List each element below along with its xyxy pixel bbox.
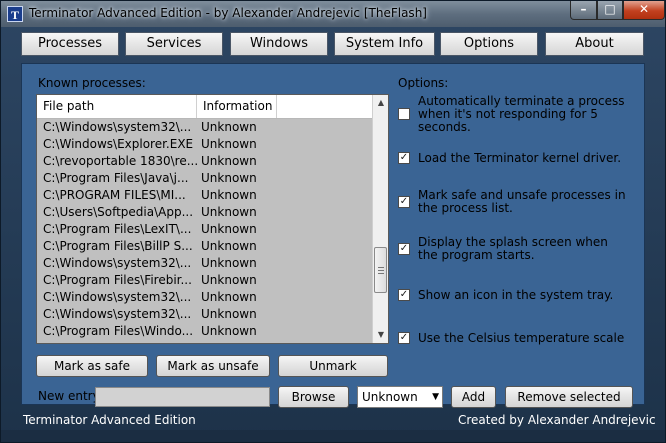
add-button[interactable]: Add: [451, 386, 496, 408]
file-path-cell: C:\Program Files\Firebir...: [43, 273, 192, 287]
file-path-cell: C:\Program Files\LexIT\...: [43, 222, 192, 236]
file-path-cell: C:\PROGRAM FILES\MI...: [43, 188, 186, 202]
minimize-button[interactable]: –: [570, 1, 597, 20]
splash-screen-checkbox[interactable]: ✓: [398, 243, 410, 255]
file-path-cell: C:\revoportable 1830\re...: [43, 154, 197, 168]
new-entry-label: New entry:: [38, 389, 103, 403]
file-path-cell: C:\Windows\system32\...: [43, 120, 192, 134]
table-row[interactable]: C:\Windows\system32\... Unknown: [37, 119, 372, 136]
app-icon: T: [7, 6, 23, 22]
footer: Terminator Advanced Edition Created by A…: [1, 410, 665, 430]
maximize-button[interactable]: □: [597, 1, 623, 20]
table-row[interactable]: C:\Program Files\Java\j... Unknown: [37, 170, 372, 187]
information-cell: Unknown: [201, 120, 257, 134]
remove-selected-button[interactable]: Remove selected: [505, 386, 633, 408]
tab-processes[interactable]: Processes: [21, 32, 119, 56]
kernel-driver-checkbox[interactable]: ✓: [398, 152, 410, 164]
process-list-rows: C:\Windows\system32\... Unknown C:\Windows…: [37, 119, 372, 340]
celsius-checkbox[interactable]: ✓: [398, 332, 410, 344]
tab-about[interactable]: About: [545, 32, 644, 56]
information-cell: Unknown: [201, 324, 257, 338]
information-cell: Unknown: [201, 290, 257, 304]
tab-options[interactable]: Options: [440, 32, 538, 56]
file-path-cell: C:\Program Files\Java\j...: [43, 171, 189, 185]
column-header-file-path[interactable]: File path: [37, 95, 197, 118]
options-label: Options:: [398, 76, 449, 90]
tab-windows[interactable]: Windows: [230, 32, 328, 56]
mark-unsafe-button[interactable]: Mark as unsafe: [156, 355, 270, 377]
table-row[interactable]: C:\revoportable 1830\re... Unknown: [37, 153, 372, 170]
tab-system-info[interactable]: System Info: [334, 32, 435, 56]
kernel-driver-text: Load the Terminator kernel driver.: [418, 151, 622, 165]
table-row[interactable]: C:\Windows\Explorer.EXE Unknown: [37, 136, 372, 153]
close-button[interactable]: ✕: [623, 1, 665, 20]
table-row[interactable]: C:\PROGRAM FILES\MI... Unknown: [37, 187, 372, 204]
title-bar[interactable]: T Terminator Advanced Edition - by Alexa…: [1, 1, 665, 27]
process-list-scrollbar[interactable]: ▲ ▼: [372, 95, 388, 343]
scroll-thumb[interactable]: [374, 247, 387, 293]
grip-line: [378, 270, 384, 271]
information-cell: Unknown: [201, 205, 257, 219]
information-cell: Unknown: [201, 188, 257, 202]
scroll-down-arrow-icon[interactable]: ▼: [373, 327, 388, 343]
table-row[interactable]: C:\Windows\system32\... Unknown: [37, 255, 372, 272]
file-path-cell: C:\Users\Softpedia\App...: [43, 205, 194, 219]
information-cell: Unknown: [201, 307, 257, 321]
entry-type-value: Unknown: [362, 390, 418, 404]
information-cell: Unknown: [201, 171, 257, 185]
information-cell: Unknown: [201, 256, 257, 270]
entry-type-select[interactable]: Unknown ▼: [357, 386, 443, 408]
splash-screen-text: Display the splash screen when the progr…: [418, 235, 608, 262]
grip-line: [378, 267, 384, 268]
table-row[interactable]: C:\Users\Softpedia\App... Unknown: [37, 204, 372, 221]
process-list-header: File path Information: [37, 95, 372, 119]
new-entry-input[interactable]: [95, 387, 270, 407]
mark-safe-unsafe-text: Mark safe and unsafe processes in the pr…: [418, 188, 626, 215]
auto-terminate-checkbox[interactable]: [398, 108, 410, 120]
table-row[interactable]: C:\Program Files\LexIT\... Unknown: [37, 221, 372, 238]
footer-credit: Created by Alexander Andrejevic: [458, 413, 656, 427]
tray-icon-checkbox[interactable]: ✓: [398, 289, 410, 301]
table-row[interactable]: C:\Program Files\BillP S... Unknown: [37, 238, 372, 255]
file-path-cell: C:\Windows\Explorer.EXE: [43, 137, 194, 151]
auto-terminate-text: Automatically terminate a process when i…: [418, 94, 625, 134]
file-path-cell: C:\Windows\system32\...: [43, 290, 192, 304]
mark-safe-button[interactable]: Mark as safe: [36, 355, 148, 377]
bottom-border: [1, 430, 665, 442]
celsius-text: Use the Celsius temperature scale: [418, 331, 625, 345]
information-cell: Unknown: [201, 222, 257, 236]
tray-icon-text: Show an icon in the system tray.: [418, 288, 614, 302]
scroll-up-arrow-icon[interactable]: ▲: [373, 95, 388, 111]
information-cell: Unknown: [201, 239, 257, 253]
app-window: T Terminator Advanced Edition - by Alexa…: [0, 0, 666, 443]
dropdown-arrow-icon: ▼: [432, 392, 439, 402]
tab-services[interactable]: Services: [125, 32, 223, 56]
browse-button[interactable]: Browse: [278, 386, 349, 408]
file-path-cell: C:\Windows\system32\...: [43, 256, 192, 270]
file-path-cell: C:\Program Files\BillP S...: [43, 239, 193, 253]
column-header-information[interactable]: Information: [197, 95, 277, 118]
information-cell: Unknown: [201, 273, 257, 287]
table-row[interactable]: C:\Program Files\Windo... Unknown: [37, 323, 372, 340]
table-row[interactable]: C:\Windows\system32\... Unknown: [37, 289, 372, 306]
known-processes-label: Known processes:: [38, 76, 146, 90]
file-path-cell: C:\Program Files\Windo...: [43, 324, 194, 338]
table-row[interactable]: C:\Program Files\Firebir... Unknown: [37, 272, 372, 289]
table-row[interactable]: C:\Windows\system32\... Unknown: [37, 306, 372, 323]
unmark-button[interactable]: Unmark: [278, 355, 388, 377]
mark-safe-unsafe-checkbox[interactable]: ✓: [398, 196, 410, 208]
file-path-cell: C:\Windows\system32\...: [43, 307, 192, 321]
information-cell: Unknown: [201, 154, 257, 168]
grip-line: [378, 273, 384, 274]
footer-app-name: Terminator Advanced Edition: [23, 413, 196, 427]
information-cell: Unknown: [201, 137, 257, 151]
process-list[interactable]: File path Information C:\Windows\system3…: [36, 94, 389, 344]
window-title: Terminator Advanced Edition - by Alexand…: [29, 6, 427, 20]
